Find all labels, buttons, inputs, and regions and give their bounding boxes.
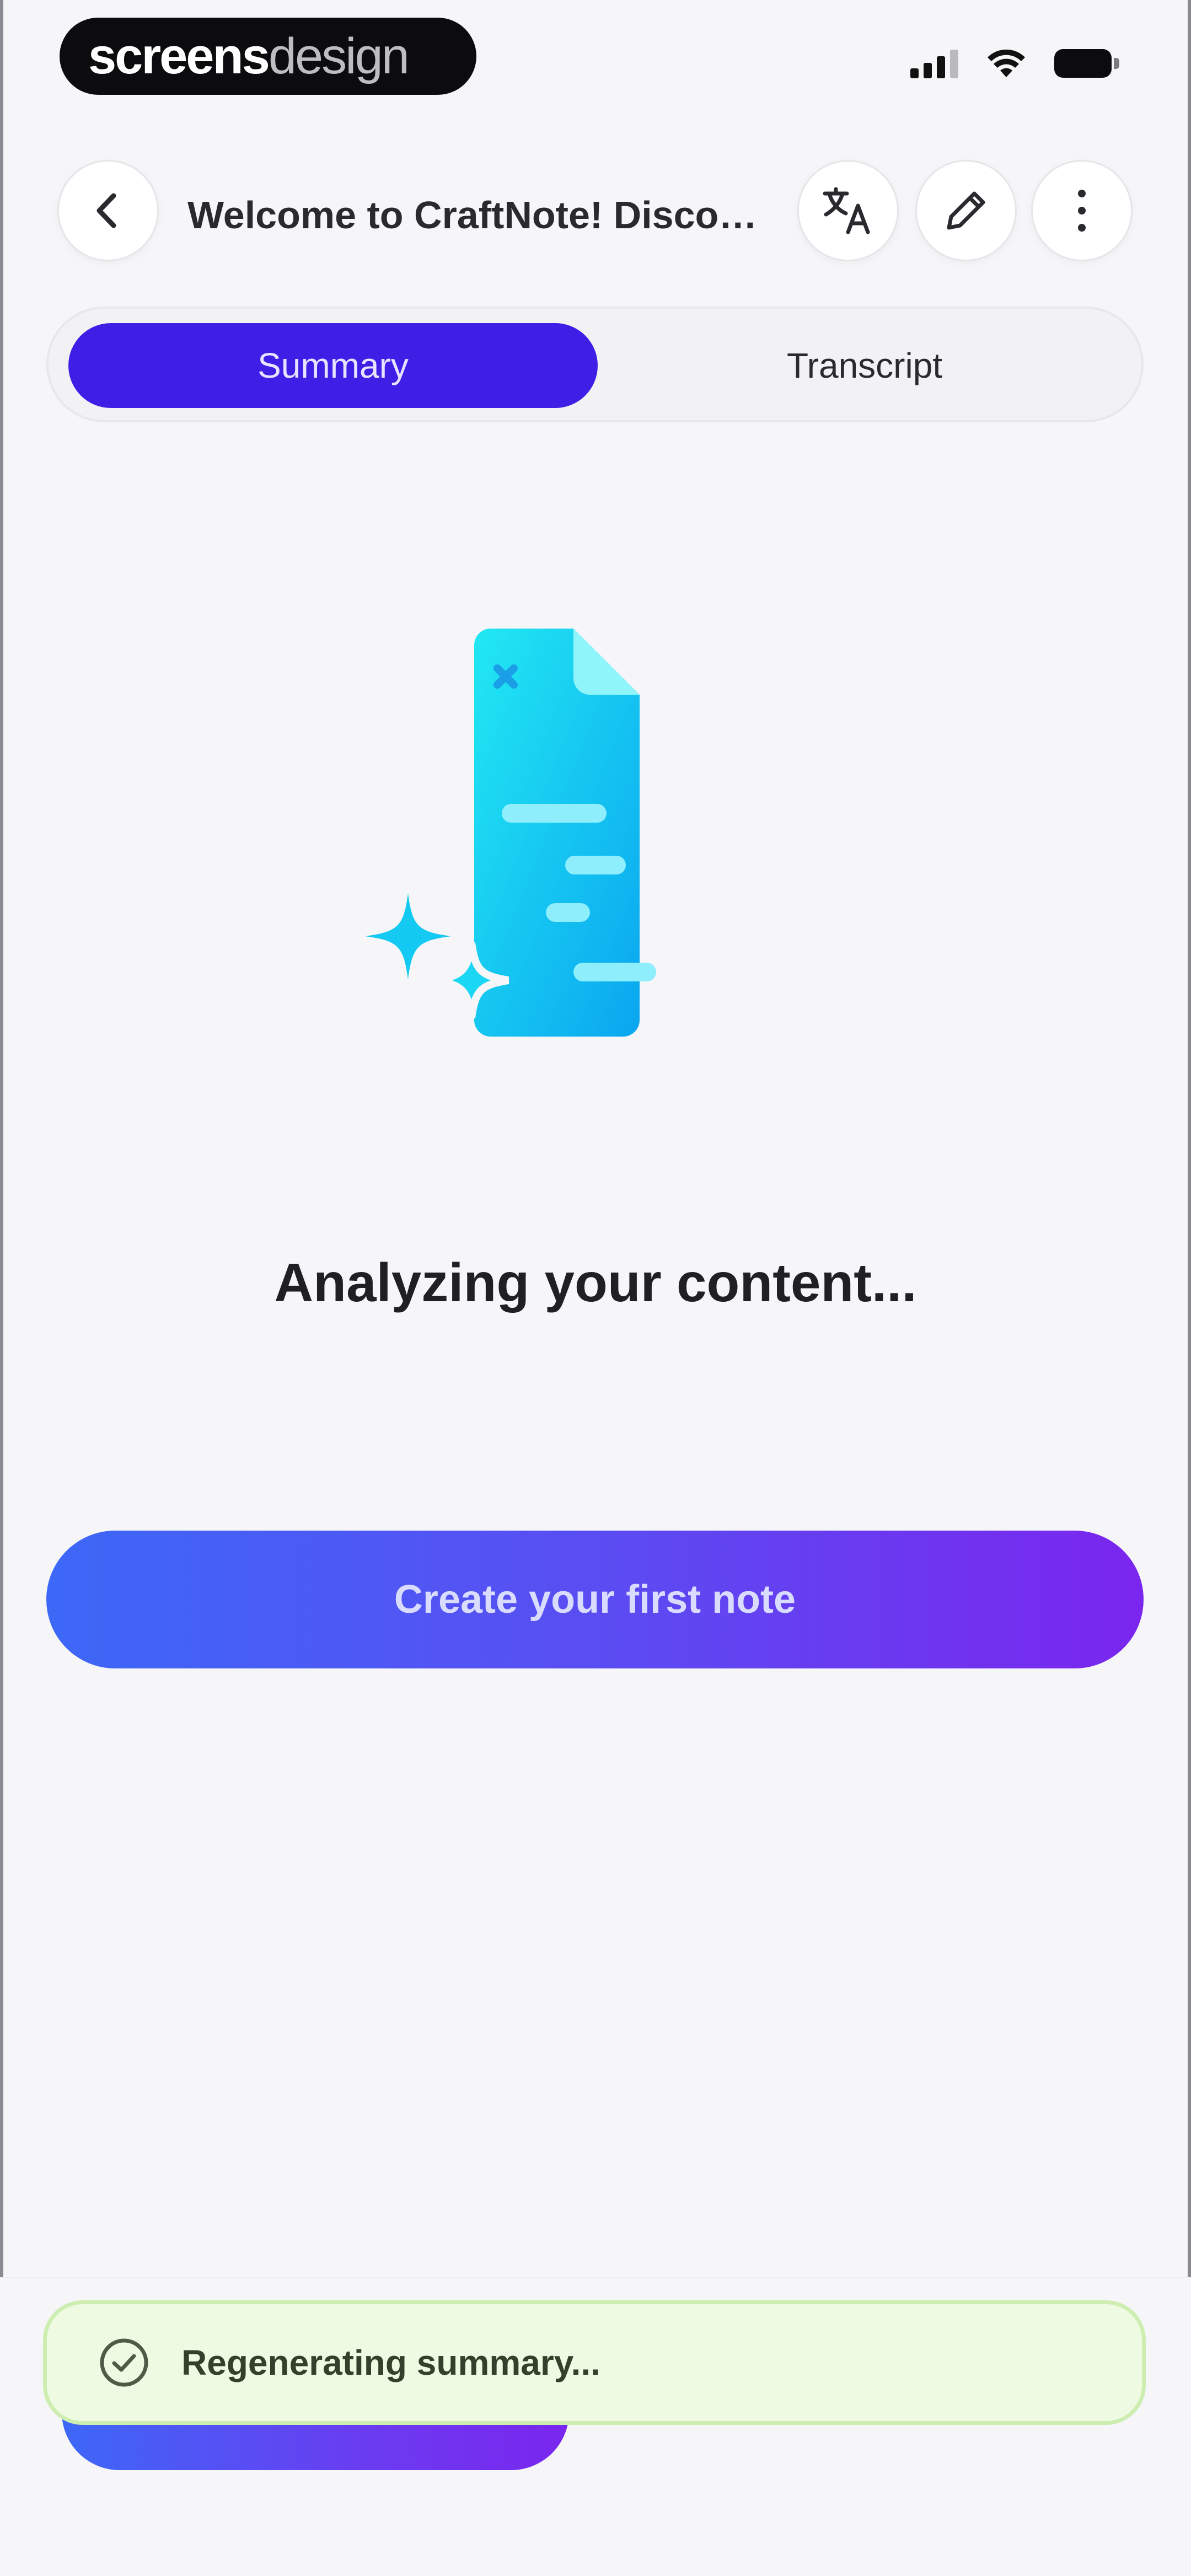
back-button[interactable] [57,160,159,261]
tab-summary[interactable]: Summary [68,323,598,408]
more-options-button[interactable] [1031,160,1133,261]
create-note-button[interactable]: Create your first note [46,1531,1144,1668]
tab-transcript[interactable]: Transcript [600,323,1129,408]
create-note-label: Create your first note [394,1577,796,1622]
more-vertical-icon [1078,190,1086,232]
brand-logo-light: design [268,28,410,84]
pencil-icon [947,191,985,230]
segmented-tabs: Summary Transcript [46,307,1144,422]
toast-notification: Regenerating summary... [43,2300,1146,2425]
translate-icon [823,187,870,234]
cellular-signal-icon [910,49,958,78]
brand-logo: screens design [60,18,476,95]
note-title: Welcome to CraftNote! Discov... [187,194,766,237]
check-circle-icon [100,2338,148,2387]
battery-icon [1054,49,1119,78]
wifi-icon [988,49,1025,77]
toast-message: Regenerating summary... [181,2343,600,2382]
brand-logo-bold: screens [88,28,270,84]
status-icons [910,49,1119,78]
chevron-left-icon [96,193,116,228]
translate-button[interactable] [797,160,899,261]
edit-button[interactable] [915,160,1017,261]
note-header: Welcome to CraftNote! Discov... [0,160,1191,270]
document-sparkles-icon [365,629,656,1037]
status-bar: screens design [0,0,1191,116]
analyzing-status: Analyzing your content... [274,1252,917,1313]
